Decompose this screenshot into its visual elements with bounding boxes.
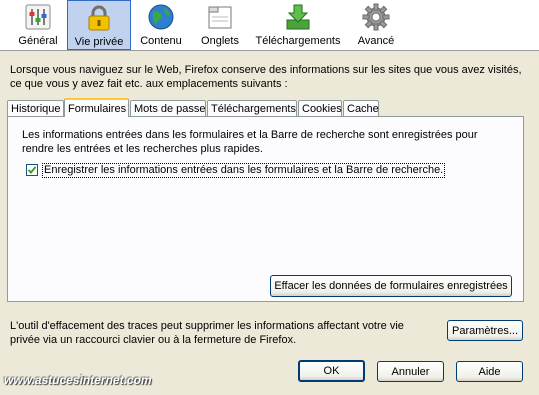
toolbar-advanced-label: Avancé: [357, 35, 395, 47]
cancel-button[interactable]: Annuler: [377, 361, 444, 382]
forms-description: Les informations entrées dans les formul…: [22, 129, 478, 155]
toolbar-privacy[interactable]: Vie privée: [67, 0, 131, 50]
tab-downloads[interactable]: Téléchargements: [207, 100, 297, 116]
sliders-icon: [25, 4, 51, 30]
clear-forms-button[interactable]: Effacer les données de formulaires enreg…: [270, 275, 512, 297]
watermark: www.astucesinternet.com: [4, 373, 152, 387]
checkmark-icon: [28, 166, 36, 174]
toolbar-content-label: Contenu: [140, 35, 182, 47]
settings-button[interactable]: Paramètres...: [447, 320, 523, 341]
tab-cookies[interactable]: Cookies: [298, 100, 342, 116]
save-forms-checkbox[interactable]: [26, 164, 38, 176]
save-forms-label[interactable]: Enregistrer les informations entrées dan…: [42, 163, 446, 178]
forms-panel: Les informations entrées dans les formul…: [7, 116, 524, 302]
toolbar-content[interactable]: Contenu: [136, 0, 186, 50]
help-button[interactable]: Aide: [456, 361, 523, 382]
privacy-footer-text: L'outil d'effacement des traces peut sup…: [10, 320, 404, 346]
preferences-toolbar: Général Vie privée Contenu Onglets Téléc…: [0, 0, 539, 51]
toolbar-general[interactable]: Général: [12, 0, 64, 50]
toolbar-downloads-label: Téléchargements: [255, 35, 341, 47]
toolbar-downloads[interactable]: Téléchargements: [252, 0, 344, 50]
gear-icon: [362, 3, 390, 31]
tab-cache[interactable]: Cache: [343, 100, 379, 116]
tab-forms[interactable]: Formulaires: [64, 98, 129, 117]
tab-history[interactable]: Historique: [7, 100, 64, 116]
tabs-window-icon: [208, 6, 232, 29]
toolbar-tabs[interactable]: Onglets: [196, 0, 244, 50]
toolbar-tabs-label: Onglets: [201, 35, 239, 47]
intro-text: Lorsque vous naviguez sur le Web, Firefo…: [10, 64, 522, 90]
globe-icon: [148, 4, 174, 30]
padlock-icon: [88, 5, 110, 31]
toolbar-advanced[interactable]: Avancé: [352, 0, 400, 50]
tab-passwords[interactable]: Mots de passe: [130, 100, 206, 116]
toolbar-privacy-label: Vie privée: [74, 36, 124, 48]
toolbar-general-label: Général: [18, 35, 58, 47]
ok-button[interactable]: OK: [298, 360, 365, 382]
download-arrow-icon: [286, 4, 310, 30]
